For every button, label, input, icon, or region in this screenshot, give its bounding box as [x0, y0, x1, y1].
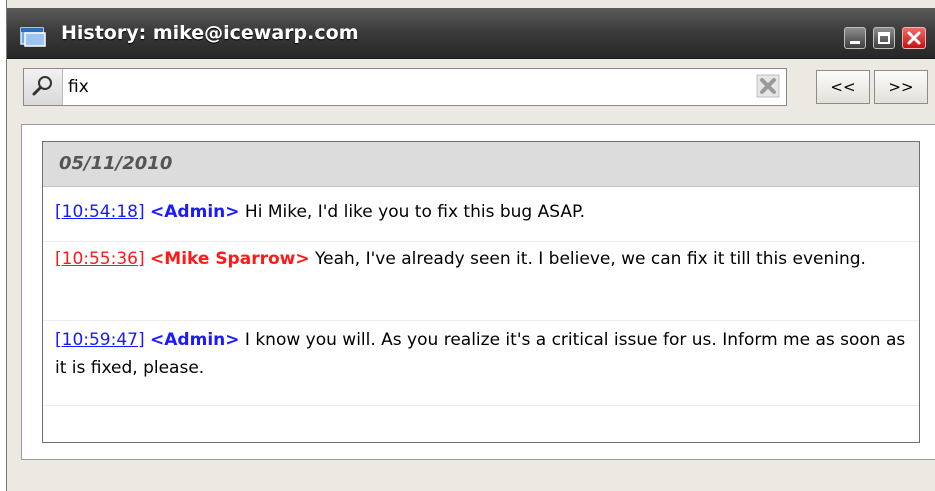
history-window: History: mike@icewarp.com fix << >> 05/1… — [6, 0, 935, 491]
minimize-icon — [850, 41, 860, 44]
search-box — [23, 68, 787, 106]
maximize-icon — [878, 32, 890, 44]
history-log[interactable]: 05/11/2010 [10:54:18] <Admin> Hi Mike, I… — [42, 141, 920, 443]
history-panel: 05/11/2010 [10:54:18] <Admin> Hi Mike, I… — [21, 124, 935, 460]
search-input[interactable] — [68, 73, 748, 101]
message-timestamp[interactable]: [10:59:47] — [55, 330, 145, 350]
date-label: 05/11/2010 — [59, 153, 173, 174]
magnifier-icon[interactable] — [24, 69, 63, 105]
message-timestamp[interactable]: [10:55:36] — [55, 249, 145, 269]
message-sender: <Admin> — [150, 202, 240, 222]
previous-match-button[interactable]: << — [816, 70, 870, 104]
message-row: [10:59:47] <Admin> I know you will. As y… — [43, 326, 919, 406]
date-header: 05/11/2010 — [43, 142, 919, 187]
maximize-button[interactable] — [873, 27, 895, 49]
message-row: [10:54:18] <Admin> Hi Mike, I'd like you… — [43, 198, 919, 242]
message-timestamp[interactable]: [10:54:18] — [55, 202, 145, 222]
message-sender: <Mike Sparrow> — [150, 249, 310, 269]
window-icon — [19, 26, 47, 48]
message-text: Hi Mike, I'd like you to fix this bug AS… — [244, 202, 585, 222]
close-icon — [907, 31, 921, 45]
title-bar[interactable]: History: mike@icewarp.com — [7, 8, 935, 59]
clear-x-icon[interactable] — [756, 74, 780, 98]
next-match-button[interactable]: >> — [874, 70, 928, 104]
minimize-button[interactable] — [844, 27, 866, 49]
close-button[interactable] — [902, 27, 926, 49]
message-sender: <Admin> — [150, 330, 240, 350]
message-row: [10:55:36] <Mike Sparrow> Yeah, I've alr… — [43, 245, 919, 321]
message-text: Yeah, I've already seen it. I believe, w… — [315, 249, 866, 269]
window-title: History: mike@icewarp.com — [61, 22, 359, 44]
status-bar — [7, 468, 935, 491]
